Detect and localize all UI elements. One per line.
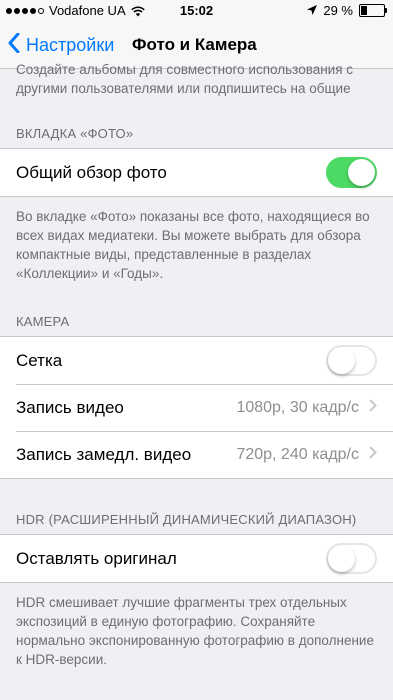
photos-group: Общий обзор фото bbox=[0, 148, 393, 197]
hdr-group: Оставлять оригинал bbox=[0, 534, 393, 583]
grid-row: Сетка bbox=[0, 337, 393, 384]
grid-toggle[interactable] bbox=[326, 345, 377, 376]
location-arrow-icon bbox=[307, 3, 318, 18]
photos-summary-row: Общий обзор фото bbox=[0, 149, 393, 196]
section-header-hdr: HDR (РАСШИРЕННЫЙ ДИНАМИЧЕСКИЙ ДИАПАЗОН) bbox=[16, 512, 357, 527]
shared-albums-note: Создайте альбомы для совместного использ… bbox=[16, 62, 354, 96]
section-header-camera: КАМЕРА bbox=[16, 314, 70, 329]
record-video-value: 1080p, 30 кадр/с bbox=[236, 398, 359, 416]
keep-original-label: Оставлять оригинал bbox=[16, 548, 177, 568]
camera-group: Сетка Запись видео 1080p, 30 кадр/с Запи… bbox=[0, 336, 393, 479]
chevron-right-icon bbox=[369, 445, 377, 464]
grid-label: Сетка bbox=[16, 350, 63, 370]
chevron-left-icon bbox=[8, 32, 26, 58]
record-video-label: Запись видео bbox=[16, 397, 124, 417]
hdr-footer: HDR смешивает лучшие фрагменты трех отде… bbox=[16, 595, 374, 667]
battery-icon bbox=[359, 4, 387, 17]
settings-content: Создайте альбомы для совместного использ… bbox=[0, 62, 393, 669]
record-slomo-row[interactable]: Запись замедл. видео 720p, 240 кадр/с bbox=[0, 431, 393, 478]
status-bar: Vodafone UA 15:02 29 % bbox=[0, 0, 393, 22]
photos-summary-label: Общий обзор фото bbox=[16, 162, 167, 182]
back-button-label: Настройки bbox=[26, 35, 115, 55]
back-button[interactable]: Настройки bbox=[8, 32, 115, 58]
photos-summary-toggle[interactable] bbox=[326, 157, 377, 188]
record-slomo-value: 720p, 240 кадр/с bbox=[236, 445, 359, 463]
battery-percent: 29 % bbox=[323, 3, 353, 18]
photos-tab-footer: Во вкладке «Фото» показаны все фото, нах… bbox=[16, 209, 370, 281]
record-video-row[interactable]: Запись видео 1080p, 30 кадр/с bbox=[0, 384, 393, 431]
record-slomo-label: Запись замедл. видео bbox=[16, 444, 192, 464]
keep-original-row: Оставлять оригинал bbox=[0, 535, 393, 582]
status-right: 29 % bbox=[307, 3, 387, 18]
section-header-photos: ВКЛАДКА «ФОТО» bbox=[16, 126, 134, 141]
keep-original-toggle[interactable] bbox=[326, 543, 377, 574]
page-title: Фото и Камера bbox=[132, 35, 257, 54]
chevron-right-icon bbox=[369, 398, 377, 417]
